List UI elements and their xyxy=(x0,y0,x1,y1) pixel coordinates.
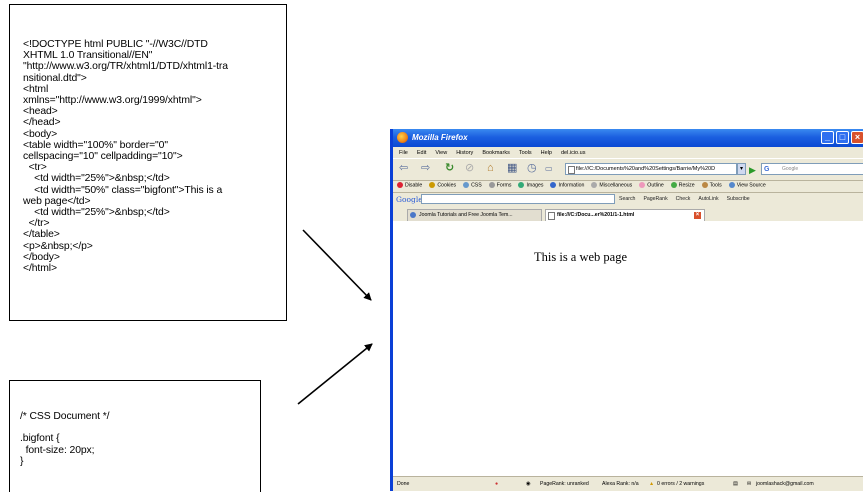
google-logo: Google xyxy=(396,195,423,204)
forward-arrow-icon[interactable]: ⇨ xyxy=(421,162,430,175)
forms-icon xyxy=(488,182,495,189)
web-page-text: This is a web page xyxy=(534,250,628,264)
history-icon[interactable]: ◷ xyxy=(527,162,537,175)
mail-icon: ✉ xyxy=(747,481,752,487)
page-icon xyxy=(568,166,575,174)
alexa-text: Alexa Rank: n/a xyxy=(602,481,639,487)
tab-bar: Joomla Tutorials and Free Joomla Tem... … xyxy=(393,207,863,222)
menu-history[interactable]: History xyxy=(456,150,473,156)
email-text: joomlashack@gmail.com xyxy=(756,481,814,487)
wd-images[interactable]: Images xyxy=(518,182,543,189)
minimize-button[interactable]: _ xyxy=(821,131,834,144)
close-button[interactable]: × xyxy=(851,131,863,144)
url-text: file:///C:/Documents%20and%20Settings/Ba… xyxy=(576,166,716,172)
menu-bar: File Edit View History Bookmarks Tools H… xyxy=(393,147,863,158)
arrow-from-css xyxy=(297,343,373,405)
status-text: Done xyxy=(397,481,410,487)
seo-icon: ● xyxy=(495,481,499,487)
gt-pagerank[interactable]: PageRank xyxy=(643,196,667,202)
tab-label: Joomla Tutorials and Free Joomla Tem... xyxy=(419,212,513,218)
go-icon[interactable]: ▶ xyxy=(749,164,756,177)
menu-bookmarks[interactable]: Bookmarks xyxy=(482,150,510,156)
menu-view[interactable]: View xyxy=(435,150,447,156)
view-source-icon xyxy=(728,182,735,189)
warning-icon: ▲ xyxy=(649,481,655,487)
window-title: Mozilla Firefox xyxy=(412,133,468,142)
html-code-text: <!DOCTYPE html PUBLIC "-//W3C//DTD XHTML… xyxy=(23,39,228,275)
menu-help[interactable]: Help xyxy=(541,150,552,156)
wd-information[interactable]: Information xyxy=(550,182,584,189)
wd-miscellaneous[interactable]: Miscellaneous xyxy=(591,182,632,189)
css-code-panel: /* CSS Document */ .bigfont { font-size:… xyxy=(9,380,261,492)
wd-view-source[interactable]: View Source xyxy=(728,182,766,189)
joomla-favicon-icon xyxy=(410,212,416,218)
title-bar: Mozilla Firefox _ □ × xyxy=(393,129,863,147)
firefox-window: Mozilla Firefox _ □ × File Edit View His… xyxy=(390,129,863,491)
outline-icon xyxy=(639,182,646,189)
url-dropdown-icon[interactable]: ▾ xyxy=(737,163,746,175)
search-placeholder: Google xyxy=(782,166,799,172)
images-icon xyxy=(518,182,525,189)
cookies-icon xyxy=(429,182,436,189)
errors-text[interactable]: 0 errors / 2 warnings xyxy=(657,481,704,487)
miscellaneous-icon xyxy=(591,182,598,189)
menu-tools[interactable]: Tools xyxy=(519,150,532,156)
wd-outline[interactable]: Outline xyxy=(639,182,664,189)
google-toolbar: Google Search PageRank Check AutoLink Su… xyxy=(393,193,863,206)
html-code-panel: <!DOCTYPE html PUBLIC "-//W3C//DTD XHTML… xyxy=(9,4,287,321)
tools-icon xyxy=(701,182,708,189)
wd-tools[interactable]: Tools xyxy=(701,182,722,189)
css-code-text: /* CSS Document */ .bigfont { font-size:… xyxy=(20,411,110,467)
resize-icon xyxy=(670,182,677,189)
print-icon: ▤ xyxy=(733,481,738,487)
gt-subscribe[interactable]: Subscribe xyxy=(727,196,750,202)
firefox-logo-icon xyxy=(397,132,408,143)
url-bar[interactable]: file:///C:/Documents%20and%20Settings/Ba… xyxy=(565,163,737,175)
menu-delicious[interactable]: del.icio.us xyxy=(561,150,585,156)
maximize-button[interactable]: □ xyxy=(836,131,849,144)
pagerank-text: PageRank: unranked xyxy=(540,481,589,487)
gt-search[interactable]: Search xyxy=(619,196,635,202)
google-toolbar-search-input[interactable] xyxy=(421,194,615,204)
stop-icon[interactable]: ⊘ xyxy=(465,162,474,175)
wd-resize[interactable]: Resize xyxy=(670,182,695,189)
wd-forms[interactable]: Forms xyxy=(488,182,511,189)
page-icon xyxy=(548,212,555,220)
status-bar: Done ● ◉ PageRank: unranked Alexa Rank: … xyxy=(393,476,863,491)
tab-joomla[interactable]: Joomla Tutorials and Free Joomla Tem... xyxy=(407,209,542,221)
menu-file[interactable]: File xyxy=(399,150,408,156)
page-content: This is a web page xyxy=(393,221,863,476)
arrow-from-html xyxy=(302,229,372,301)
tab-label: file:///C:/Docu...er%201/1-1.html xyxy=(557,212,635,218)
reload-icon[interactable]: ↻ xyxy=(445,162,454,175)
gt-autolink[interactable]: AutoLink xyxy=(698,196,718,202)
new-tab-icon[interactable]: ▭ xyxy=(545,162,553,175)
home-icon[interactable]: ⌂ xyxy=(487,162,494,175)
wd-css[interactable]: CSS xyxy=(463,182,482,189)
google-search-icon: G xyxy=(764,166,770,173)
bookmark-icon[interactable]: ▦ xyxy=(507,162,517,175)
menu-edit[interactable]: Edit xyxy=(417,150,426,156)
wd-disable[interactable]: Disable xyxy=(397,182,422,189)
pagerank-icon: ◉ xyxy=(526,481,531,487)
search-box[interactable]: G Google xyxy=(761,163,863,175)
wd-cookies[interactable]: Cookies xyxy=(429,182,456,189)
navigation-toolbar: ⇦ ⇨ ↻ ⊘ ⌂ ▦ ◷ ▭ file:///C:/Documents%20a… xyxy=(393,158,863,181)
back-arrow-icon[interactable]: ⇦ xyxy=(399,162,408,175)
web-developer-toolbar: Disable Cookies CSS Forms Images Informa… xyxy=(393,179,863,193)
disable-icon xyxy=(397,182,403,189)
information-icon xyxy=(550,182,557,189)
css-icon xyxy=(463,182,470,189)
tab-close-icon[interactable]: × xyxy=(694,212,701,219)
gt-check[interactable]: Check xyxy=(676,196,691,202)
